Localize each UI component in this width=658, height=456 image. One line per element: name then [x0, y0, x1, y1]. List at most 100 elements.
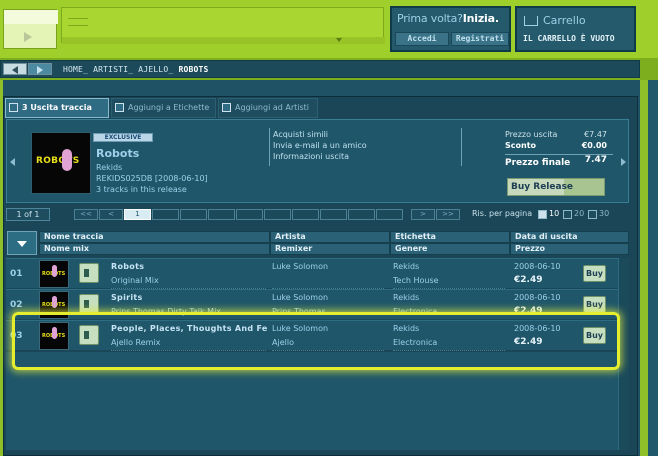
cart-box[interactable]: Carrello IL CARRELLO È VUOTO [515, 6, 636, 52]
header-remixer[interactable]: Remixer [270, 243, 390, 255]
release-cover[interactable]: ROBOTS [31, 132, 91, 194]
page-cell [320, 209, 347, 220]
link-acquisti-simili[interactable]: Acquisti simili [273, 129, 367, 140]
back-button[interactable] [3, 63, 27, 75]
per-page-30-label: 30 [599, 209, 610, 218]
tab-aggiungi-etichette[interactable]: Aggiungi a Etichette [111, 98, 216, 118]
breadcrumb-current: ROBOTS [178, 65, 209, 74]
per-page-10-label: 10 [549, 209, 560, 218]
release-catalog: REKIDS025DB [2008-06-10] [96, 174, 208, 183]
cover-text: ROBOTS [36, 156, 80, 166]
discount-value: €0.00 [581, 141, 607, 150]
per-page-10-radio[interactable] [538, 210, 547, 219]
login-box: Prima volta?Inizia. Accedi Registrati [390, 6, 511, 52]
buy-release-button[interactable]: Buy Release [507, 178, 605, 196]
link-invia-email[interactable]: Invia e-mail a un amico [273, 140, 367, 151]
track-genre[interactable]: Tech House [393, 276, 505, 285]
arrow-left-icon [12, 66, 18, 74]
exclusive-badge: EXCLUSIVE [93, 133, 153, 142]
discount-label: Sconto [505, 141, 537, 150]
link-informazioni[interactable]: Informazioni uscita [273, 151, 367, 162]
first-page-button[interactable]: << [74, 209, 98, 220]
table-header: Nome traccia Nome mix Artista Remixer Et… [6, 230, 629, 256]
pagination: 1 of 1 << < 1 > >> Ris. per pagina 10 20… [6, 208, 629, 222]
play-preview-button[interactable] [79, 263, 99, 283]
release-tracks: 3 tracks in this release [96, 185, 187, 194]
buy-button[interactable]: Buy [583, 296, 606, 313]
track-label[interactable]: Rekids [393, 293, 505, 302]
tab-aggiungi-artisti[interactable]: Aggiungi ad Artisti [218, 98, 318, 118]
header-etichetta[interactable]: Etichetta [390, 231, 510, 243]
register-button[interactable]: Registrati [451, 32, 509, 46]
discount-row: Sconto €0.00 [505, 141, 613, 152]
cart-icon [524, 16, 538, 26]
last-page-button[interactable]: >> [436, 209, 460, 220]
breadcrumb-artisti[interactable]: ARTISTI_ [93, 65, 133, 74]
divider [269, 128, 270, 166]
breadcrumb-ajello[interactable]: AJELLO_ [138, 65, 173, 74]
track-label[interactable]: Rekids [393, 262, 505, 271]
page-scrollbar[interactable] [648, 80, 658, 456]
list-icon [9, 103, 18, 112]
final-label: Prezzo finale [505, 158, 571, 168]
track-date: 2008-06-10 [514, 293, 561, 302]
login-button[interactable]: Accedi [395, 32, 449, 46]
logo[interactable] [3, 9, 58, 49]
price-row: Prezzo uscita €7.47 [505, 130, 613, 141]
header-nome-traccia[interactable]: Nome traccia [39, 231, 270, 243]
search-box[interactable] [61, 7, 385, 44]
logo-top [4, 10, 58, 24]
arrow-right-icon [37, 66, 43, 74]
release-label[interactable]: Rekids [96, 162, 208, 173]
release-details: Rekids REKIDS025DB [2008-06-10] 3 tracks… [96, 162, 208, 195]
track-title[interactable]: Robots [111, 262, 271, 271]
play-preview-button[interactable] [79, 294, 99, 314]
page-cell [264, 209, 291, 220]
buy-release-label: Buy Release [511, 182, 574, 192]
header-artista[interactable]: Artista [270, 231, 390, 243]
final-value: 7.47 [584, 155, 607, 165]
track-price: €2.49 [514, 275, 543, 285]
speaker-icon [84, 300, 89, 308]
final-price-row: Prezzo finale 7.47 [505, 154, 613, 172]
header-genere[interactable]: Genere [390, 243, 510, 255]
header-nome-mix[interactable]: Nome mix [39, 243, 270, 255]
header-prezzo[interactable]: Prezzo [510, 243, 629, 255]
page-cell [348, 209, 375, 220]
header-data[interactable]: Data di uscita [510, 231, 629, 243]
play-icon [24, 32, 32, 42]
sort-button[interactable] [7, 231, 37, 255]
next-page-button[interactable]: > [411, 209, 435, 220]
release-info: ROBOTS EXCLUSIVE Robots Rekids REKIDS025… [6, 119, 629, 203]
cart-title: Carrello [543, 14, 586, 27]
tab-bar: 3 Uscita traccia Aggiungi a Etichette Ag… [3, 98, 636, 118]
buy-button[interactable]: Buy [583, 265, 606, 282]
login-title: Prima volta?Inizia. [397, 12, 499, 25]
tab-label: Aggiungi a Etichette [128, 103, 210, 112]
per-page-20-radio[interactable] [563, 210, 572, 219]
speaker-icon [84, 269, 89, 277]
per-page-30-radio[interactable] [588, 210, 597, 219]
nav-row: HOME_ ARTISTI_ AJELLO_ ROBOTS [0, 58, 658, 80]
track-artist[interactable]: Luke Solomon [272, 262, 384, 271]
track-thumbnail[interactable]: ROBOTS [39, 260, 69, 288]
per-page-label: Ris. per pagina [472, 209, 533, 218]
breadcrumb-home[interactable]: HOME_ [63, 65, 88, 74]
prev-release-icon[interactable] [10, 158, 15, 166]
page-1-button[interactable]: 1 [124, 209, 151, 220]
breadcrumb: HOME_ ARTISTI_ AJELLO_ ROBOTS [63, 65, 209, 74]
track-date: 2008-06-10 [514, 262, 561, 271]
next-release-icon[interactable] [621, 158, 626, 166]
thumb-figure [52, 265, 57, 277]
page-cell [292, 209, 319, 220]
tab-label: Aggiungi ad Artisti [235, 103, 310, 112]
menu-icon [68, 18, 88, 26]
track-number: 01 [10, 269, 23, 279]
prev-page-button[interactable]: < [99, 209, 123, 220]
track-artist[interactable]: Luke Solomon [272, 293, 384, 302]
tab-uscita-traccia[interactable]: 3 Uscita traccia [5, 98, 109, 118]
forward-button[interactable] [28, 63, 52, 75]
page-cell [180, 209, 207, 220]
track-number: 02 [10, 300, 23, 310]
track-title[interactable]: Spirits [111, 293, 271, 302]
